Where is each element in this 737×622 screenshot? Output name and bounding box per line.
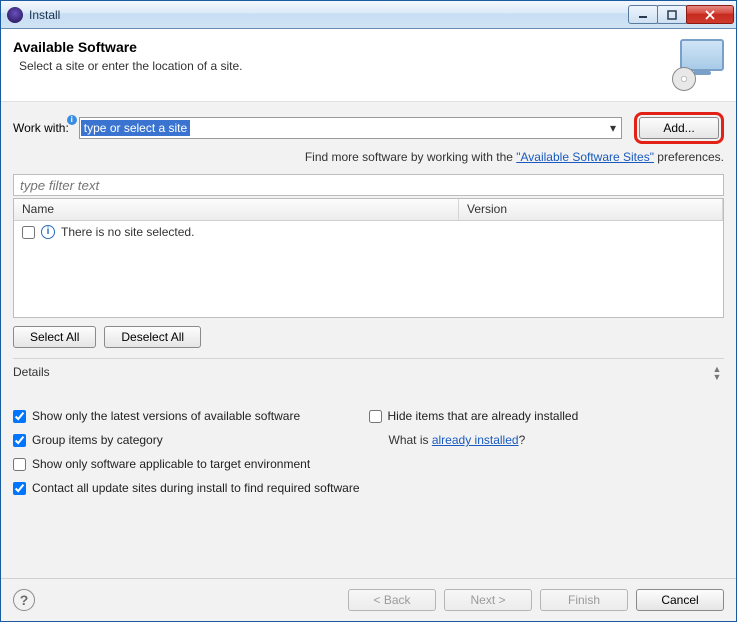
footer: ? < Back Next > Finish Cancel: [1, 578, 736, 621]
content-area: Work with: i type or select a site ▾ Add…: [1, 102, 736, 578]
already-installed-link[interactable]: already installed: [432, 433, 519, 447]
next-button: Next >: [444, 589, 532, 611]
back-button: < Back: [348, 589, 436, 611]
tree-empty-row: i There is no site selected.: [22, 225, 715, 239]
opt-hide-installed-checkbox[interactable]: [369, 410, 382, 423]
app-icon: [7, 7, 23, 23]
cancel-button[interactable]: Cancel: [636, 589, 724, 611]
filter-input[interactable]: [13, 174, 724, 196]
opt-contact-all-checkbox[interactable]: [13, 482, 26, 495]
details-resize-handle[interactable]: ▲▼: [710, 365, 724, 381]
close-button[interactable]: [686, 5, 734, 24]
hint-text: Find more software by working with the "…: [13, 150, 724, 164]
column-version[interactable]: Version: [459, 199, 723, 220]
info-icon: i: [41, 225, 55, 239]
workwith-placeholder: type or select a site: [81, 120, 190, 136]
details-label: Details: [13, 365, 724, 379]
opt-group[interactable]: Group items by category: [13, 433, 369, 447]
page-subtitle: Select a site or enter the location of a…: [19, 59, 664, 73]
minimize-button[interactable]: [628, 5, 658, 24]
info-badge-icon: i: [67, 115, 77, 125]
software-tree[interactable]: Name Version i There is no site selected…: [13, 198, 724, 318]
tree-empty-message: There is no site selected.: [61, 225, 194, 239]
workwith-combo[interactable]: type or select a site ▾: [79, 117, 622, 139]
opt-applicable-checkbox[interactable]: [13, 458, 26, 471]
install-icon: [674, 39, 724, 89]
opt-contact-all[interactable]: Contact all update sites during install …: [13, 481, 724, 495]
maximize-button[interactable]: [657, 5, 687, 24]
add-button[interactable]: Add...: [639, 117, 719, 139]
chevron-down-icon[interactable]: ▾: [605, 121, 621, 135]
opt-applicable[interactable]: Show only software applicable to target …: [13, 457, 369, 471]
add-button-highlight: Add...: [634, 112, 724, 144]
workwith-label: Work with: i: [13, 121, 73, 135]
finish-button: Finish: [540, 589, 628, 611]
whatis-text: What is already installed?: [369, 433, 725, 447]
tree-header: Name Version: [14, 199, 723, 221]
select-all-button[interactable]: Select All: [13, 326, 96, 348]
titlebar: Install: [1, 1, 736, 29]
column-name[interactable]: Name: [14, 199, 459, 220]
opt-group-checkbox[interactable]: [13, 434, 26, 447]
page-title: Available Software: [13, 39, 664, 55]
available-sites-link[interactable]: "Available Software Sites": [516, 150, 654, 164]
wizard-header: Available Software Select a site or ente…: [1, 29, 736, 102]
details-section: ▲▼ Details: [13, 358, 724, 397]
help-icon[interactable]: ?: [13, 589, 35, 611]
deselect-all-button[interactable]: Deselect All: [104, 326, 201, 348]
tree-row-checkbox[interactable]: [22, 226, 35, 239]
window-title: Install: [29, 8, 60, 22]
options-grid: Show only the latest versions of availab…: [13, 409, 724, 495]
opt-latest[interactable]: Show only the latest versions of availab…: [13, 409, 369, 423]
opt-hide-installed[interactable]: Hide items that are already installed: [369, 409, 725, 423]
opt-latest-checkbox[interactable]: [13, 410, 26, 423]
